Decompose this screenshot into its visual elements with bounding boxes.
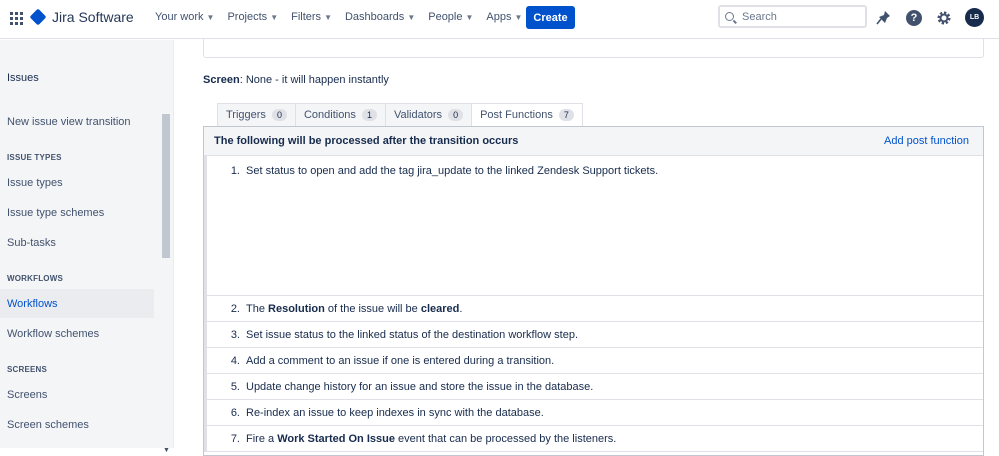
nav-label: Filters	[291, 11, 322, 23]
chevron-down-icon: ▼	[465, 12, 474, 22]
item-number: 7.	[230, 433, 240, 445]
chevron-down-icon: ▼	[514, 12, 523, 22]
post-functions-header: The following will be processed after th…	[204, 127, 983, 156]
item-text: Update change history for an issue and s…	[246, 381, 594, 393]
item-number: 3.	[230, 329, 240, 341]
transition-tabs: Triggers 0 Conditions 1 Validators 0 Post F…	[217, 103, 583, 127]
sidebar-item-issue-types[interactable]: Issue types	[0, 168, 154, 197]
chevron-down-icon: ▼	[324, 12, 332, 22]
app-name: Jira Software	[52, 9, 134, 25]
post-function-item[interactable]: 7. Fire a Work Started On Issue event th…	[204, 426, 983, 452]
item-number: 2.	[230, 303, 240, 315]
sidebar-item-screens[interactable]: Screens	[0, 380, 154, 409]
item-text-part: of the issue will be	[324, 303, 421, 315]
tab-count-badge: 0	[271, 109, 287, 121]
nav-label: Your work	[155, 11, 204, 23]
item-text-bold: Resolution	[268, 303, 325, 315]
settings-icon[interactable]	[936, 10, 952, 26]
post-function-item[interactable]: 6. Re-index an issue to keep indexes in …	[204, 400, 983, 426]
post-function-item[interactable]: 3. Set issue status to the linked status…	[204, 322, 983, 348]
previous-panel	[203, 38, 984, 58]
tab-post-functions[interactable]: Post Functions 7	[471, 103, 583, 127]
screen-value: : None - it will happen instantly	[239, 74, 389, 86]
nav-apps[interactable]: Apps ▼	[486, 11, 522, 23]
sidebar-item-workflow-schemes[interactable]: Workflow schemes	[0, 319, 154, 348]
item-text: Fire a Work Started On Issue event that …	[246, 433, 616, 445]
tab-validators[interactable]: Validators 0	[384, 103, 472, 127]
nav-label: Apps	[486, 11, 512, 23]
tab-label: Post Functions	[480, 109, 553, 121]
item-number: 1.	[230, 165, 240, 177]
sidebar-heading-screens: SCREENS	[7, 365, 48, 374]
item-text-part: .	[459, 303, 463, 315]
tab-label: Validators	[393, 109, 443, 121]
nav-label: Dashboards	[344, 11, 405, 23]
app-switcher-icon[interactable]	[10, 12, 23, 25]
chevron-down-icon: ▼	[407, 12, 416, 22]
jira-logo[interactable]: Jira Software	[29, 8, 134, 26]
sidebar: Issues New issue view transition ISSUE T…	[0, 40, 174, 454]
item-number: 4.	[230, 355, 240, 367]
sidebar-item-new-issue-view-transition[interactable]: New issue view transition	[0, 107, 154, 136]
item-text: Re-index an issue to keep indexes in syn…	[246, 407, 544, 419]
avatar[interactable]: LB	[965, 8, 984, 27]
help-icon[interactable]: ?	[906, 10, 922, 26]
search-input[interactable]	[742, 10, 852, 23]
item-text-bold: cleared	[420, 303, 460, 315]
sidebar-item-workflows[interactable]: Workflows	[0, 289, 154, 318]
top-navigation: Jira Software Your work ▼ Projects ▼ Filte…	[0, 0, 999, 39]
sidebar-heading-workflows: WORKFLOWS	[7, 274, 64, 283]
chevron-down-icon: ▼	[206, 12, 215, 22]
tab-triggers[interactable]: Triggers 0	[217, 103, 295, 127]
tab-count-badge: 1	[361, 109, 377, 121]
item-number: 6.	[230, 407, 240, 419]
tab-count-badge: 7	[558, 109, 574, 121]
search-icon	[725, 12, 734, 21]
tab-label: Conditions	[303, 109, 356, 121]
add-post-function-link[interactable]: Add post function	[884, 135, 969, 147]
nav-filters[interactable]: Filters ▼	[291, 11, 332, 23]
item-number: 5.	[230, 381, 240, 393]
sidebar-title: Issues	[7, 72, 39, 84]
scroll-down-icon[interactable]: ▼	[163, 447, 170, 454]
post-function-item[interactable]: 4. Add a comment to an issue if one is e…	[204, 348, 983, 374]
nav-people[interactable]: People ▼	[428, 11, 473, 23]
primary-nav: Your work ▼ Projects ▼ Filters ▼ Dashboards…	[155, 11, 535, 23]
tab-label: Triggers	[226, 109, 266, 121]
item-text: The Resolution of the issue will be clea…	[246, 303, 462, 315]
screen-info: Screen: None - it will happen instantly	[203, 74, 389, 86]
item-text-part: The	[246, 303, 269, 315]
jira-logo-icon	[29, 8, 47, 26]
sidebar-item-screen-schemes[interactable]: Screen schemes	[0, 410, 154, 439]
tab-conditions[interactable]: Conditions 1	[294, 103, 385, 127]
item-text: Set issue status to the linked status of…	[246, 329, 579, 341]
item-text: Add a comment to an issue if one is ente…	[246, 355, 555, 367]
chevron-down-icon: ▼	[270, 12, 279, 22]
create-button[interactable]: Create	[526, 6, 575, 29]
notifications-icon[interactable]	[876, 10, 892, 26]
post-function-item[interactable]: 1. Set status to open and add the tag ji…	[204, 156, 983, 296]
nav-label: People	[428, 11, 463, 23]
sidebar-item-issue-type-schemes[interactable]: Issue type schemes	[0, 198, 154, 227]
tab-count-badge: 0	[448, 109, 464, 121]
sidebar-heading-issue-types: ISSUE TYPES	[7, 153, 62, 162]
post-functions-title: The following will be processed after th…	[214, 135, 519, 147]
item-text: Set status to open and add the tag jira_…	[246, 165, 659, 177]
item-text-part: Fire a	[246, 433, 278, 445]
sidebar-scrollbar[interactable]: ▼	[161, 110, 170, 454]
item-text-part: event that can be processed by the liste…	[394, 433, 617, 445]
nav-projects[interactable]: Projects ▼	[227, 11, 278, 23]
scrollbar-thumb[interactable]	[162, 114, 170, 258]
sidebar-item-sub-tasks[interactable]: Sub-tasks	[0, 228, 154, 257]
nav-label: Projects	[227, 11, 268, 23]
screen-label: Screen	[203, 74, 240, 86]
post-function-item[interactable]: 5. Update change history for an issue an…	[204, 374, 983, 400]
search-field[interactable]	[718, 5, 867, 28]
post-function-item[interactable]: 2. The Resolution of the issue will be c…	[204, 296, 983, 322]
post-functions-panel: The following will be processed after th…	[203, 126, 984, 456]
nav-dashboards[interactable]: Dashboards ▼	[345, 11, 415, 23]
item-text-bold: Work Started On Issue	[277, 433, 395, 445]
nav-your-work[interactable]: Your work ▼	[155, 11, 214, 23]
